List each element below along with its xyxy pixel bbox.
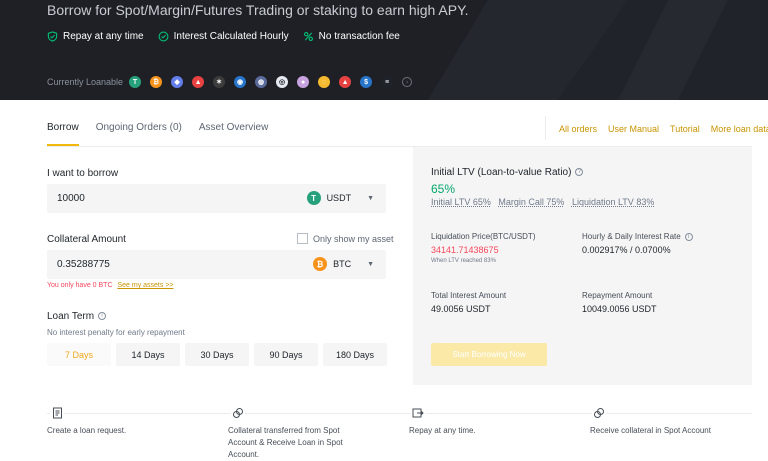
tab-asset-overview[interactable]: Asset Overview: [199, 122, 268, 146]
liq-price-value: 34141.71438675: [431, 245, 499, 255]
coin-icon-5[interactable]: ✶: [213, 76, 226, 88]
chevron-down-icon: ▼: [367, 260, 374, 268]
more-coins-icon[interactable]: ›: [402, 77, 413, 87]
initial-ltv[interactable]: Initial LTV 65%: [431, 197, 491, 207]
loanable-label: Currently Loanable: [47, 77, 124, 87]
btc-coin-icon[interactable]: ₿: [150, 76, 163, 88]
balance-warning: You only have 0 BTC See my assets >>: [47, 282, 174, 289]
interest-rate-heading: Hourly & Daily Interest Rate i: [582, 232, 693, 241]
coin-icon-6[interactable]: ◉: [234, 76, 247, 88]
check-circle-icon: [158, 31, 169, 42]
ltv-title-label: Initial LTV (Loan-to-value Ratio): [431, 167, 572, 178]
coin-icon-13[interactable]: ≡: [381, 76, 394, 88]
repay-icon: [411, 406, 425, 420]
repayment-label: Repayment Amount: [582, 291, 653, 300]
liq-note: When LTV reached 83%: [431, 258, 496, 264]
tab-borrow[interactable]: Borrow: [47, 122, 79, 146]
only-show-label: Only show my asset: [313, 233, 394, 244]
interest-rate-value: 0.002917% / 0.0700%: [582, 245, 671, 255]
see-my-assets-link[interactable]: See my assets >>: [117, 282, 173, 289]
collateral-amount-field[interactable]: 0.35288775 ₿ BTC ▼: [47, 250, 386, 279]
collateral-asset-label: BTC: [333, 259, 352, 269]
ltv-thresholds: Initial LTV 65% Margin Call 75% Liquidat…: [431, 197, 659, 207]
shield-check-icon: [47, 31, 58, 42]
feature-interest: Interest Calculated Hourly: [158, 31, 289, 42]
borrow-asset-label: USDT: [326, 193, 352, 203]
btc-coin-icon: ₿: [313, 257, 328, 271]
repayment-value: 10049.0056 USDT: [582, 304, 657, 314]
term-30-days[interactable]: 30 Days: [185, 343, 249, 366]
info-icon[interactable]: i: [684, 232, 693, 241]
borrow-amount-field[interactable]: 10000 T USDT ▼: [47, 184, 386, 213]
coin-icon-9[interactable]: ●: [297, 76, 310, 88]
total-interest-value: 49.0056 USDT: [431, 304, 491, 314]
coin-icon-7[interactable]: ◍: [255, 76, 268, 88]
chevron-down-icon: ▼: [367, 194, 374, 202]
collateral-asset-select[interactable]: ₿ BTC ▼: [313, 257, 374, 271]
tab-divider: [545, 116, 546, 140]
info-icon[interactable]: i: [98, 312, 107, 321]
coin-icon-4[interactable]: ▲: [192, 76, 205, 88]
term-7-days[interactable]: 7 Days: [47, 343, 111, 366]
usdt-coin-icon: T: [306, 191, 321, 205]
usdt-coin-icon[interactable]: T: [129, 76, 142, 88]
liquidation-ltv[interactable]: Liquidation LTV 83%: [572, 197, 654, 207]
term-14-days[interactable]: 14 Days: [116, 343, 180, 366]
loanable-coins: Currently Loanable T ₿ ◆ ▲ ✶ ◉ ◍ ◎ ● ◌ ▲ $ ≡ ›: [47, 76, 413, 88]
ltv-title: Initial LTV (Loan-to-value Ratio)?: [431, 167, 584, 178]
step-collateral-transfer: Collateral transferred from Spot Account…: [228, 426, 343, 459]
help-links: All orders User Manual Tutorial More loa…: [559, 124, 768, 134]
steps-timeline: [47, 413, 752, 414]
liq-price-label: Liquidation Price(BTC/USDT): [431, 232, 536, 241]
balance-warning-text: You only have 0 BTC: [47, 282, 113, 289]
coin-icon-10[interactable]: ◌: [318, 76, 331, 88]
only-show-checkbox[interactable]: [297, 233, 308, 244]
coin-icon-8[interactable]: ◎: [276, 76, 289, 88]
borrow-amount-input[interactable]: 10000: [57, 193, 85, 204]
link-user-manual[interactable]: User Manual: [608, 124, 659, 134]
feature-no-fee: No transaction fee: [303, 31, 400, 42]
feature-no-fee-label: No transaction fee: [318, 31, 400, 42]
term-90-days[interactable]: 90 Days: [254, 343, 318, 366]
loan-term-note: No interest penalty for early repayment: [47, 328, 185, 337]
step-receive-collateral: Receive collateral in Spot Account: [590, 426, 711, 435]
borrow-label: I want to borrow: [47, 168, 119, 179]
collateral-amount-input[interactable]: 0.35288775: [57, 259, 110, 270]
ltv-value: 65%: [431, 182, 456, 196]
feature-list: Repay at any time Interest Calculated Ho…: [47, 31, 414, 42]
coin-icon-12[interactable]: $: [360, 76, 373, 88]
percent-icon: [303, 32, 313, 41]
feature-interest-label: Interest Calculated Hourly: [173, 31, 289, 42]
loan-term-label: Loan Term: [47, 311, 95, 322]
only-show-my-asset[interactable]: Only show my asset: [297, 233, 394, 244]
coin-icon-11[interactable]: ▲: [339, 76, 352, 88]
borrow-asset-select[interactable]: T USDT ▼: [306, 191, 374, 205]
start-borrowing-button[interactable]: Start Borrowing Now: [431, 343, 547, 366]
coin-icon-3[interactable]: ◆: [171, 76, 184, 88]
loan-term-options: 7 Days 14 Days 30 Days 90 Days 180 Days: [47, 343, 392, 366]
collateral-label: Collateral Amount: [47, 234, 126, 245]
link-more-loan-data[interactable]: More loan data: [711, 124, 768, 134]
total-interest-label: Total Interest Amount: [431, 291, 507, 300]
coin-row: T ₿ ◆ ▲ ✶ ◉ ◍ ◎ ● ◌ ▲ $ ≡: [129, 76, 402, 88]
hero-title: Borrow for Spot/Margin/Futures Trading o…: [47, 2, 469, 18]
question-icon[interactable]: ?: [575, 168, 584, 177]
link-icon: [592, 406, 606, 420]
feature-repay-label: Repay at any time: [63, 31, 144, 42]
main-tabs: Borrow Ongoing Orders (0) Asset Overview: [47, 122, 285, 146]
tab-ongoing-orders[interactable]: Ongoing Orders (0): [96, 122, 182, 146]
loan-summary-panel: Initial LTV (Loan-to-value Ratio)? 65% I…: [413, 147, 752, 385]
hero-banner: Borrow for Spot/Margin/Futures Trading o…: [0, 0, 768, 100]
link-tutorial[interactable]: Tutorial: [670, 124, 700, 134]
loan-term-heading: Loan Term i: [47, 311, 107, 322]
document-icon: [50, 406, 64, 420]
feature-repay: Repay at any time: [47, 31, 144, 42]
link-icon: [231, 406, 245, 420]
step-create-request: Create a loan request.: [47, 426, 127, 435]
margin-call-ltv[interactable]: Margin Call 75%: [498, 197, 564, 207]
interest-rate-label: Hourly & Daily Interest Rate: [582, 232, 681, 241]
link-all-orders[interactable]: All orders: [559, 124, 597, 134]
step-repay: Repay at any time.: [409, 426, 476, 435]
term-180-days[interactable]: 180 Days: [323, 343, 387, 366]
